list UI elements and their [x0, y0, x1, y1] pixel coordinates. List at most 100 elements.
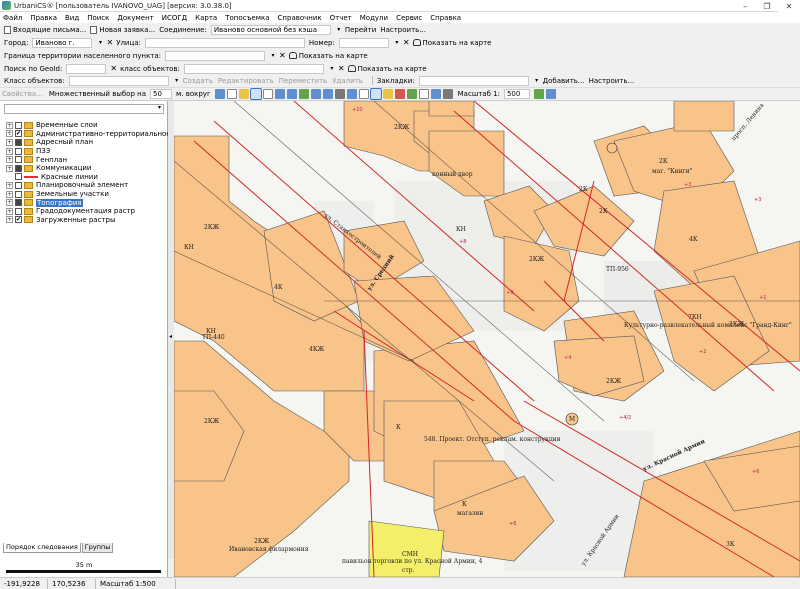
zoom-prev-icon[interactable]: [310, 89, 321, 99]
bookmarks-field[interactable]: [418, 75, 529, 86]
chevron-down-icon[interactable]: ▾: [328, 65, 336, 72]
properties-button[interactable]: Свойства...: [2, 90, 43, 98]
refresh-icon[interactable]: [533, 89, 544, 99]
zoom-extent-icon[interactable]: [298, 89, 309, 99]
menu-search[interactable]: Поиск: [87, 14, 109, 22]
layer-checkbox[interactable]: [15, 181, 22, 189]
tab-groups[interactable]: Группы: [81, 543, 114, 553]
menu-map[interactable]: Карта: [195, 14, 217, 22]
menu-file[interactable]: Файл: [3, 14, 22, 22]
minimize-button[interactable]: –: [734, 0, 756, 12]
layer-checkbox[interactable]: [15, 147, 22, 155]
expand-icon[interactable]: +: [6, 190, 13, 198]
chevron-down-icon[interactable]: ▾: [533, 77, 541, 84]
goto-button[interactable]: Перейти: [345, 26, 377, 34]
number-field[interactable]: [338, 37, 389, 48]
chevron-down-icon[interactable]: ▾: [158, 104, 161, 111]
show-on-map-button[interactable]: Показать на карте: [423, 39, 492, 47]
layer-checkbox[interactable]: [15, 199, 22, 207]
close-button[interactable]: ✕: [778, 0, 800, 12]
layer-checkbox[interactable]: [15, 130, 22, 138]
scale-field[interactable]: 500: [503, 89, 530, 99]
layer-checkbox[interactable]: [15, 138, 22, 146]
new-request-button[interactable]: Новая заявка...: [99, 26, 155, 34]
document-icon[interactable]: [418, 89, 429, 99]
chevron-down-icon[interactable]: ▾: [96, 39, 104, 46]
menu-report[interactable]: Отчет: [330, 14, 352, 22]
chevron-down-icon[interactable]: ▾: [173, 77, 181, 84]
menu-help[interactable]: Справка: [430, 14, 461, 22]
zoom-window-icon[interactable]: [262, 89, 273, 99]
expand-icon[interactable]: +: [6, 121, 13, 129]
add-bookmark-button[interactable]: Добавить...: [543, 77, 585, 85]
layer-checkbox[interactable]: [15, 156, 22, 164]
settings-button[interactable]: Настроить...: [380, 26, 426, 34]
grid-icon[interactable]: [358, 89, 369, 99]
clear-icon[interactable]: ✕: [110, 64, 117, 73]
layer-checkbox[interactable]: [15, 207, 22, 215]
pan-icon[interactable]: [238, 89, 249, 99]
layer-checkbox[interactable]: [15, 190, 22, 198]
chevron-left-icon[interactable]: ◂: [169, 333, 172, 340]
clear-icon[interactable]: ✕: [106, 38, 113, 47]
incoming-button[interactable]: Входящие письма...: [13, 26, 86, 34]
layer-filter-select[interactable]: ▾: [4, 104, 164, 114]
zoom-in-icon[interactable]: [274, 89, 285, 99]
menu-isogd[interactable]: ИСОГД: [162, 14, 187, 22]
create-button[interactable]: Создать: [183, 77, 213, 85]
delete-icon[interactable]: [394, 89, 405, 99]
layer-checkbox[interactable]: [15, 121, 22, 129]
expand-icon[interactable]: +: [6, 156, 13, 164]
expand-icon[interactable]: +: [6, 207, 13, 215]
layers-icon[interactable]: [346, 89, 357, 99]
expand-icon[interactable]: +: [6, 147, 13, 155]
layer-checkbox[interactable]: [15, 173, 22, 181]
chevron-down-icon[interactable]: ▾: [393, 39, 401, 46]
maximize-button[interactable]: ❐: [756, 0, 778, 12]
expand-icon[interactable]: +: [6, 164, 13, 172]
class-objects-field[interactable]: [68, 75, 169, 86]
layer-checkbox[interactable]: [15, 164, 22, 172]
clear-icon[interactable]: ✕: [338, 64, 345, 73]
print-icon[interactable]: [382, 89, 393, 99]
expand-icon[interactable]: +: [6, 216, 13, 224]
menu-reference[interactable]: Справочник: [278, 14, 322, 22]
boundary-field[interactable]: [165, 50, 266, 61]
menu-document[interactable]: Документ: [117, 14, 153, 22]
configure-bookmarks-button[interactable]: Настроить...: [589, 77, 635, 85]
chevron-down-icon[interactable]: ▾: [269, 52, 277, 59]
select-icon[interactable]: [214, 89, 225, 99]
menu-topo[interactable]: Топосъемка: [225, 14, 269, 22]
menu-edit[interactable]: Правка: [30, 14, 57, 22]
tab-order[interactable]: Порядок следования: [3, 543, 81, 553]
expand-icon[interactable]: +: [6, 130, 13, 138]
export-icon[interactable]: [406, 89, 417, 99]
info-icon[interactable]: [369, 88, 382, 100]
geoid-field[interactable]: [66, 63, 107, 74]
menu-service[interactable]: Сервис: [396, 14, 422, 22]
clear-icon[interactable]: ✕: [279, 51, 286, 60]
menu-view[interactable]: Вид: [65, 14, 79, 22]
measure-icon[interactable]: [334, 89, 345, 99]
class-field[interactable]: [183, 63, 324, 74]
clear-icon[interactable]: ✕: [403, 38, 410, 47]
delete-button[interactable]: Удалить: [332, 77, 363, 85]
ruler-icon[interactable]: [430, 89, 441, 99]
menu-modules[interactable]: Модули: [360, 14, 388, 22]
pointer-icon[interactable]: [226, 89, 237, 99]
hand-icon[interactable]: [249, 88, 262, 100]
street-field[interactable]: [144, 37, 305, 48]
expand-icon[interactable]: +: [6, 199, 13, 207]
move-button[interactable]: Переместить: [279, 77, 328, 85]
expand-icon[interactable]: +: [6, 138, 13, 146]
edit-button[interactable]: Редактировать: [218, 77, 274, 85]
connection-select[interactable]: Иваново основной без кэша: [210, 24, 331, 35]
scale-icon[interactable]: [442, 89, 453, 99]
zoom-next-icon[interactable]: [322, 89, 333, 99]
show-on-map-button[interactable]: Показать на карте: [358, 65, 427, 73]
multiselect-field[interactable]: 50: [150, 89, 172, 99]
show-on-map-button[interactable]: Показать на карте: [299, 52, 368, 60]
zoom-out-icon[interactable]: [286, 89, 297, 99]
sync-icon[interactable]: [545, 89, 556, 99]
expand-icon[interactable]: +: [6, 181, 13, 189]
